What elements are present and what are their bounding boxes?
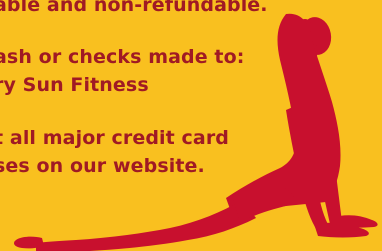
yoga-cobra-pose-icon [14, 13, 378, 251]
promo-panel: able and non-refundable. ash or checks m… [0, 0, 382, 251]
yoga-figure-silhouette [14, 13, 378, 251]
